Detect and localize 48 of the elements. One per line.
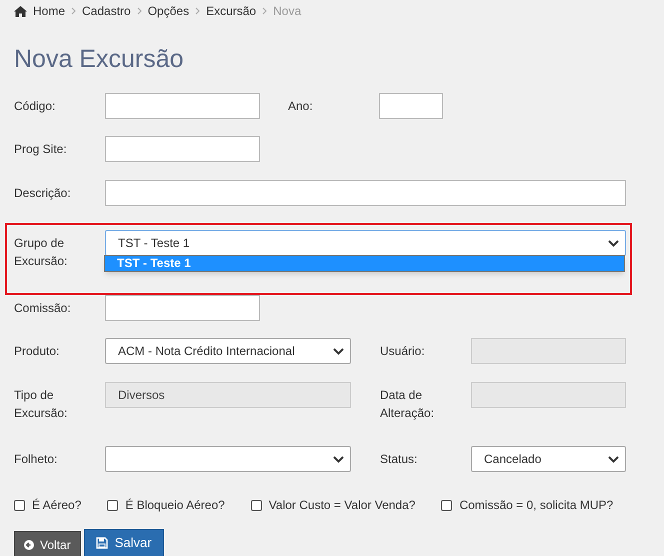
chevron-icon [195, 7, 200, 15]
field-label: Produto: [14, 343, 60, 360]
checkbox-label: Valor Custo = Valor Venda? [268, 497, 416, 514]
breadcrumb-current: Nova [273, 3, 302, 20]
field-label: Tipo de Excursão: [14, 387, 68, 422]
checkbox[interactable] [107, 500, 118, 510]
select-field[interactable]: TST - Teste 1 [105, 230, 626, 256]
checkbox[interactable] [14, 500, 25, 510]
field-label: Folheto: [14, 451, 58, 468]
checkbox-label: É Aéreo? [32, 497, 82, 514]
breadcrumb-link[interactable]: Opções [148, 2, 190, 20]
field-label: Usuário: [380, 343, 426, 360]
readonly-field: Diversos [105, 382, 351, 408]
text-input[interactable] [379, 93, 443, 119]
caret-icon [608, 240, 619, 247]
select-field[interactable]: ACM - Nota Crédito Internacional [105, 338, 351, 364]
text-input[interactable] [105, 136, 260, 162]
save-button[interactable]: Salvar [84, 529, 164, 556]
text-input[interactable] [105, 93, 260, 119]
breadcrumb-link[interactable]: Home [33, 2, 66, 20]
checkbox[interactable] [250, 500, 262, 510]
chevron-icon [136, 7, 142, 15]
field-label: Grupo de Excursão: [14, 235, 68, 270]
text-input[interactable] [105, 180, 626, 206]
arrow-left-icon [24, 540, 34, 550]
page-title: Nova Excursão [13, 44, 185, 75]
field-label: Data de Alteração: [380, 387, 436, 422]
select-field[interactable] [105, 446, 351, 472]
back-button[interactable]: Voltar [14, 531, 81, 556]
chevron-icon [262, 7, 268, 15]
field-label: Ano: [288, 98, 314, 115]
breadcrumb-link[interactable]: Cadastro [82, 2, 131, 20]
chevron-icon [71, 7, 76, 15]
caret-icon [333, 456, 344, 463]
field-label: Prog Site: [14, 141, 68, 158]
field-label: Status: [380, 451, 418, 468]
field-label: Descrição: [14, 185, 72, 202]
home-icon[interactable] [14, 6, 27, 16]
field-label: Comissão: [14, 300, 72, 317]
text-input[interactable] [105, 295, 260, 321]
checkbox[interactable] [441, 500, 452, 510]
select-field[interactable]: Cancelado [471, 446, 626, 472]
checkbox-label: É Bloqueio Aéreo? [125, 497, 225, 514]
caret-icon [333, 348, 344, 355]
checkbox-label: Comissão = 0, solicita MUP? [459, 497, 614, 514]
field-label: Código: [14, 98, 56, 115]
breadcrumb-link[interactable]: Excursão [206, 2, 256, 20]
caret-icon [608, 456, 619, 463]
